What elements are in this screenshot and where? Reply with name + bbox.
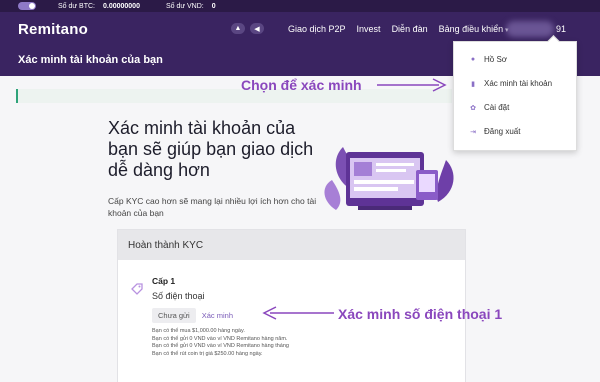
- pending-status-badge: Chưa gửi: [152, 308, 196, 323]
- annotation-verify-phone: Xác minh số điện thoại 1: [338, 306, 503, 322]
- nav-link-p2p[interactable]: Giao dịch P2P: [288, 24, 346, 34]
- kyc-note: Bạn có thể rút coin trị giá $250.00 hàng…: [152, 350, 263, 357]
- nav-link-invest[interactable]: Invest: [357, 24, 381, 34]
- vnd-balance-value: 0: [211, 2, 216, 10]
- chart-icon: ▮: [471, 80, 475, 88]
- nav-links: Giao dịch P2P Invest Diễn đàn Bảng điều …: [288, 24, 509, 34]
- speaker-icon[interactable]: ◀: [250, 23, 264, 34]
- btc-balance-label: Số dư BTC:: [58, 2, 95, 10]
- kyc-card-header: Hoàn thành KYC: [118, 230, 465, 260]
- btc-balance-value: 0.00000000: [102, 2, 140, 10]
- bell-icon[interactable]: ▲: [231, 23, 245, 34]
- vnd-balance: Số dư VND: 0: [166, 3, 216, 10]
- btc-balance: Số dư BTC: 0.00000000: [58, 3, 140, 10]
- logo-text: Remitano: [18, 21, 88, 38]
- nav-link-dashboard-label: Bảng điều khiển: [438, 24, 504, 34]
- kyc-limit-notes: Bạn có thể mua $1,000.00 hàng ngày. Bạn …: [152, 328, 289, 358]
- dropdown-item-profile[interactable]: ● Hồ Sơ: [468, 55, 507, 64]
- dropdown-item-label: Đăng xuất: [484, 127, 521, 136]
- logo[interactable]: Remitano: [18, 21, 88, 38]
- account-menu-trigger[interactable]: 91: [556, 24, 566, 34]
- verify-heading: Xác minh tài khoản của bạn sẽ giúp bạn g…: [108, 118, 314, 180]
- dropdown-item-logout[interactable]: ⇥ Đăng xuất: [468, 127, 520, 136]
- user-icon: ●: [470, 56, 476, 63]
- nav-link-dashboard[interactable]: Bảng điều khiển▾: [439, 24, 509, 34]
- vnd-balance-label: Số dư VND:: [165, 2, 204, 10]
- verification-illustration: [324, 147, 454, 210]
- blurred-username[interactable]: [506, 21, 554, 37]
- kyc-note: Bạn có thể gửi 0 VND vào ví VND Remitano…: [152, 343, 289, 350]
- annotation-arrow-left: [262, 306, 334, 320]
- logout-icon: ⇥: [470, 128, 476, 136]
- annotation-choose-verify: Chọn để xác minh: [241, 77, 362, 93]
- verify-phone-link[interactable]: Xác minh: [202, 311, 233, 320]
- verify-description: Cấp KYC cao hơn sẽ mang lại nhiều lợi íc…: [108, 196, 317, 218]
- nav-icon-group: ▲ ◀: [231, 23, 264, 34]
- kyc-note: Bạn có thể mua $1,000.00 hàng ngày.: [152, 328, 245, 334]
- page-title: Xác minh tài khoản của bạn: [18, 54, 163, 66]
- kyc-level-subtitle: Số điện thoại: [152, 291, 205, 301]
- balance-toggle[interactable]: [18, 2, 36, 10]
- annotation-arrow-right: [377, 78, 447, 92]
- dropdown-item-label: Hồ Sơ: [484, 55, 508, 64]
- gear-icon: ✿: [470, 104, 476, 112]
- kyc-level-title: Cấp 1: [152, 276, 176, 286]
- dropdown-item-verify-account[interactable]: ▮ Xác minh tài khoản: [468, 79, 552, 88]
- nav-link-forum[interactable]: Diễn đàn: [392, 24, 428, 34]
- dropdown-item-label: Cài đặt: [484, 103, 510, 112]
- balance-bar: Số dư BTC: 0.00000000 Số dư VND: 0: [0, 0, 600, 12]
- tag-icon: [131, 283, 143, 295]
- dropdown-item-settings[interactable]: ✿ Cài đặt: [468, 103, 509, 112]
- account-dropdown: ● Hồ Sơ ▮ Xác minh tài khoản ✿ Cài đặt ⇥…: [453, 41, 577, 151]
- dropdown-item-label: Xác minh tài khoản: [484, 79, 553, 88]
